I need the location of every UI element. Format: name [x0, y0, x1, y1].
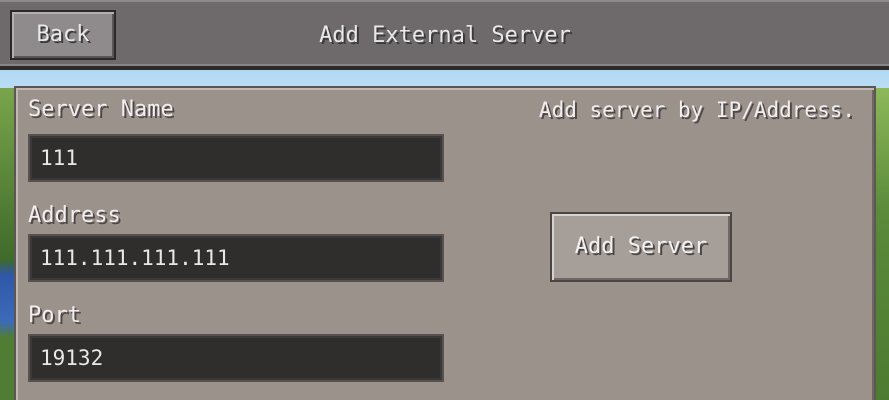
- top-bar: Back Add External Server: [0, 0, 889, 70]
- address-label: Address: [28, 203, 121, 228]
- add-server-hint: Add server by IP/Address.: [538, 98, 855, 122]
- page-title: Add External Server: [319, 23, 571, 48]
- server-name-label: Server Name: [28, 97, 174, 122]
- port-label: Port: [28, 303, 81, 328]
- server-name-field[interactable]: [28, 134, 444, 182]
- add-server-button[interactable]: Add Server: [550, 212, 732, 282]
- port-field[interactable]: [28, 334, 444, 382]
- back-button[interactable]: Back: [10, 10, 116, 60]
- address-field[interactable]: [28, 234, 444, 282]
